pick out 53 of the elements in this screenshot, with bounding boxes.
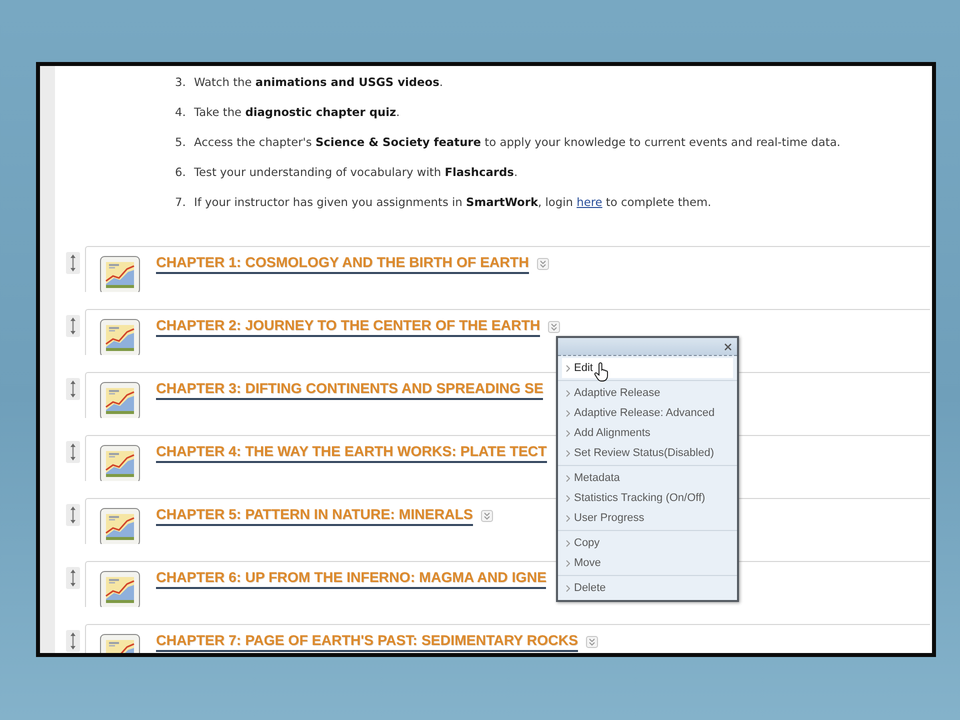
drag-handle-icon[interactable] xyxy=(66,567,80,589)
list-number: 5. xyxy=(175,135,187,149)
chevron-right-icon xyxy=(566,584,570,592)
drag-handle-icon[interactable] xyxy=(66,441,80,463)
chart-thumbnail-icon xyxy=(100,634,140,653)
chevron-right-icon xyxy=(566,450,570,456)
chevron-right-icon xyxy=(566,390,570,396)
chart-thumbnail-icon xyxy=(100,445,140,481)
close-icon[interactable] xyxy=(724,342,732,350)
chevron-right-icon xyxy=(566,514,570,522)
chart-thumbnail-icon xyxy=(100,382,140,418)
list-number: 4. xyxy=(175,105,187,119)
instruction-text: Test your understanding of vocabulary with Flashcards. xyxy=(194,165,518,179)
chevron-right-icon xyxy=(566,430,570,436)
menu-item[interactable]: Adaptive Release: Advanced xyxy=(562,403,733,423)
instruction-text: If your instructor has given you assignments in SmartWork, login here to complete them. xyxy=(194,195,712,209)
chevron-right-icon xyxy=(566,494,570,502)
drag-handle-icon[interactable] xyxy=(66,630,80,652)
double-chevron-icon[interactable] xyxy=(480,510,493,522)
chevron-right-icon xyxy=(566,410,570,416)
chart-thumbnail-icon xyxy=(100,508,140,544)
drag-handle-icon[interactable] xyxy=(66,378,80,400)
menu-item[interactable]: Copy xyxy=(562,533,733,553)
instruction-text: Watch the animations and USGS videos. xyxy=(194,75,444,89)
chart-thumbnail-icon xyxy=(100,319,140,355)
hand-cursor-icon xyxy=(594,362,608,382)
double-chevron-icon[interactable] xyxy=(536,258,549,270)
double-chevron-icon[interactable] xyxy=(586,636,598,648)
menu-item[interactable]: Set Review Status(Disabled) xyxy=(562,443,733,463)
menu-item[interactable]: User Progress xyxy=(562,508,733,528)
menu-item[interactable]: Delete xyxy=(562,578,733,598)
menu-item[interactable]: Move xyxy=(562,553,733,573)
here-link[interactable]: here xyxy=(576,195,602,209)
menu-item[interactable]: Add Alignments xyxy=(562,423,733,443)
list-number: 3. xyxy=(175,75,187,89)
chevron-right-icon xyxy=(566,364,570,372)
chart-thumbnail-icon xyxy=(100,571,140,607)
chart-thumbnail-icon xyxy=(100,256,140,292)
chevron-right-icon xyxy=(566,474,570,482)
list-number: 7. xyxy=(175,195,187,209)
chevron-right-icon xyxy=(566,560,570,566)
instruction-text: Access the chapter's Science & Society feature to apply your knowledge to current events and real-time data. xyxy=(194,135,840,149)
drag-handle-icon[interactable] xyxy=(66,252,80,274)
menu-item[interactable]: Adaptive Release xyxy=(562,383,733,403)
drag-handle-icon[interactable] xyxy=(66,315,80,337)
menu-item[interactable]: Statistics Tracking (On/Off) xyxy=(562,488,733,508)
double-chevron-icon[interactable] xyxy=(548,321,560,333)
instruction-text: Take the diagnostic chapter quiz. xyxy=(194,105,400,119)
drag-handle-icon[interactable] xyxy=(66,504,80,526)
menu-item[interactable]: Edit xyxy=(562,358,733,378)
menu-item[interactable]: Metadata xyxy=(562,468,733,488)
chevron-right-icon xyxy=(566,540,570,546)
list-number: 6. xyxy=(175,165,187,179)
